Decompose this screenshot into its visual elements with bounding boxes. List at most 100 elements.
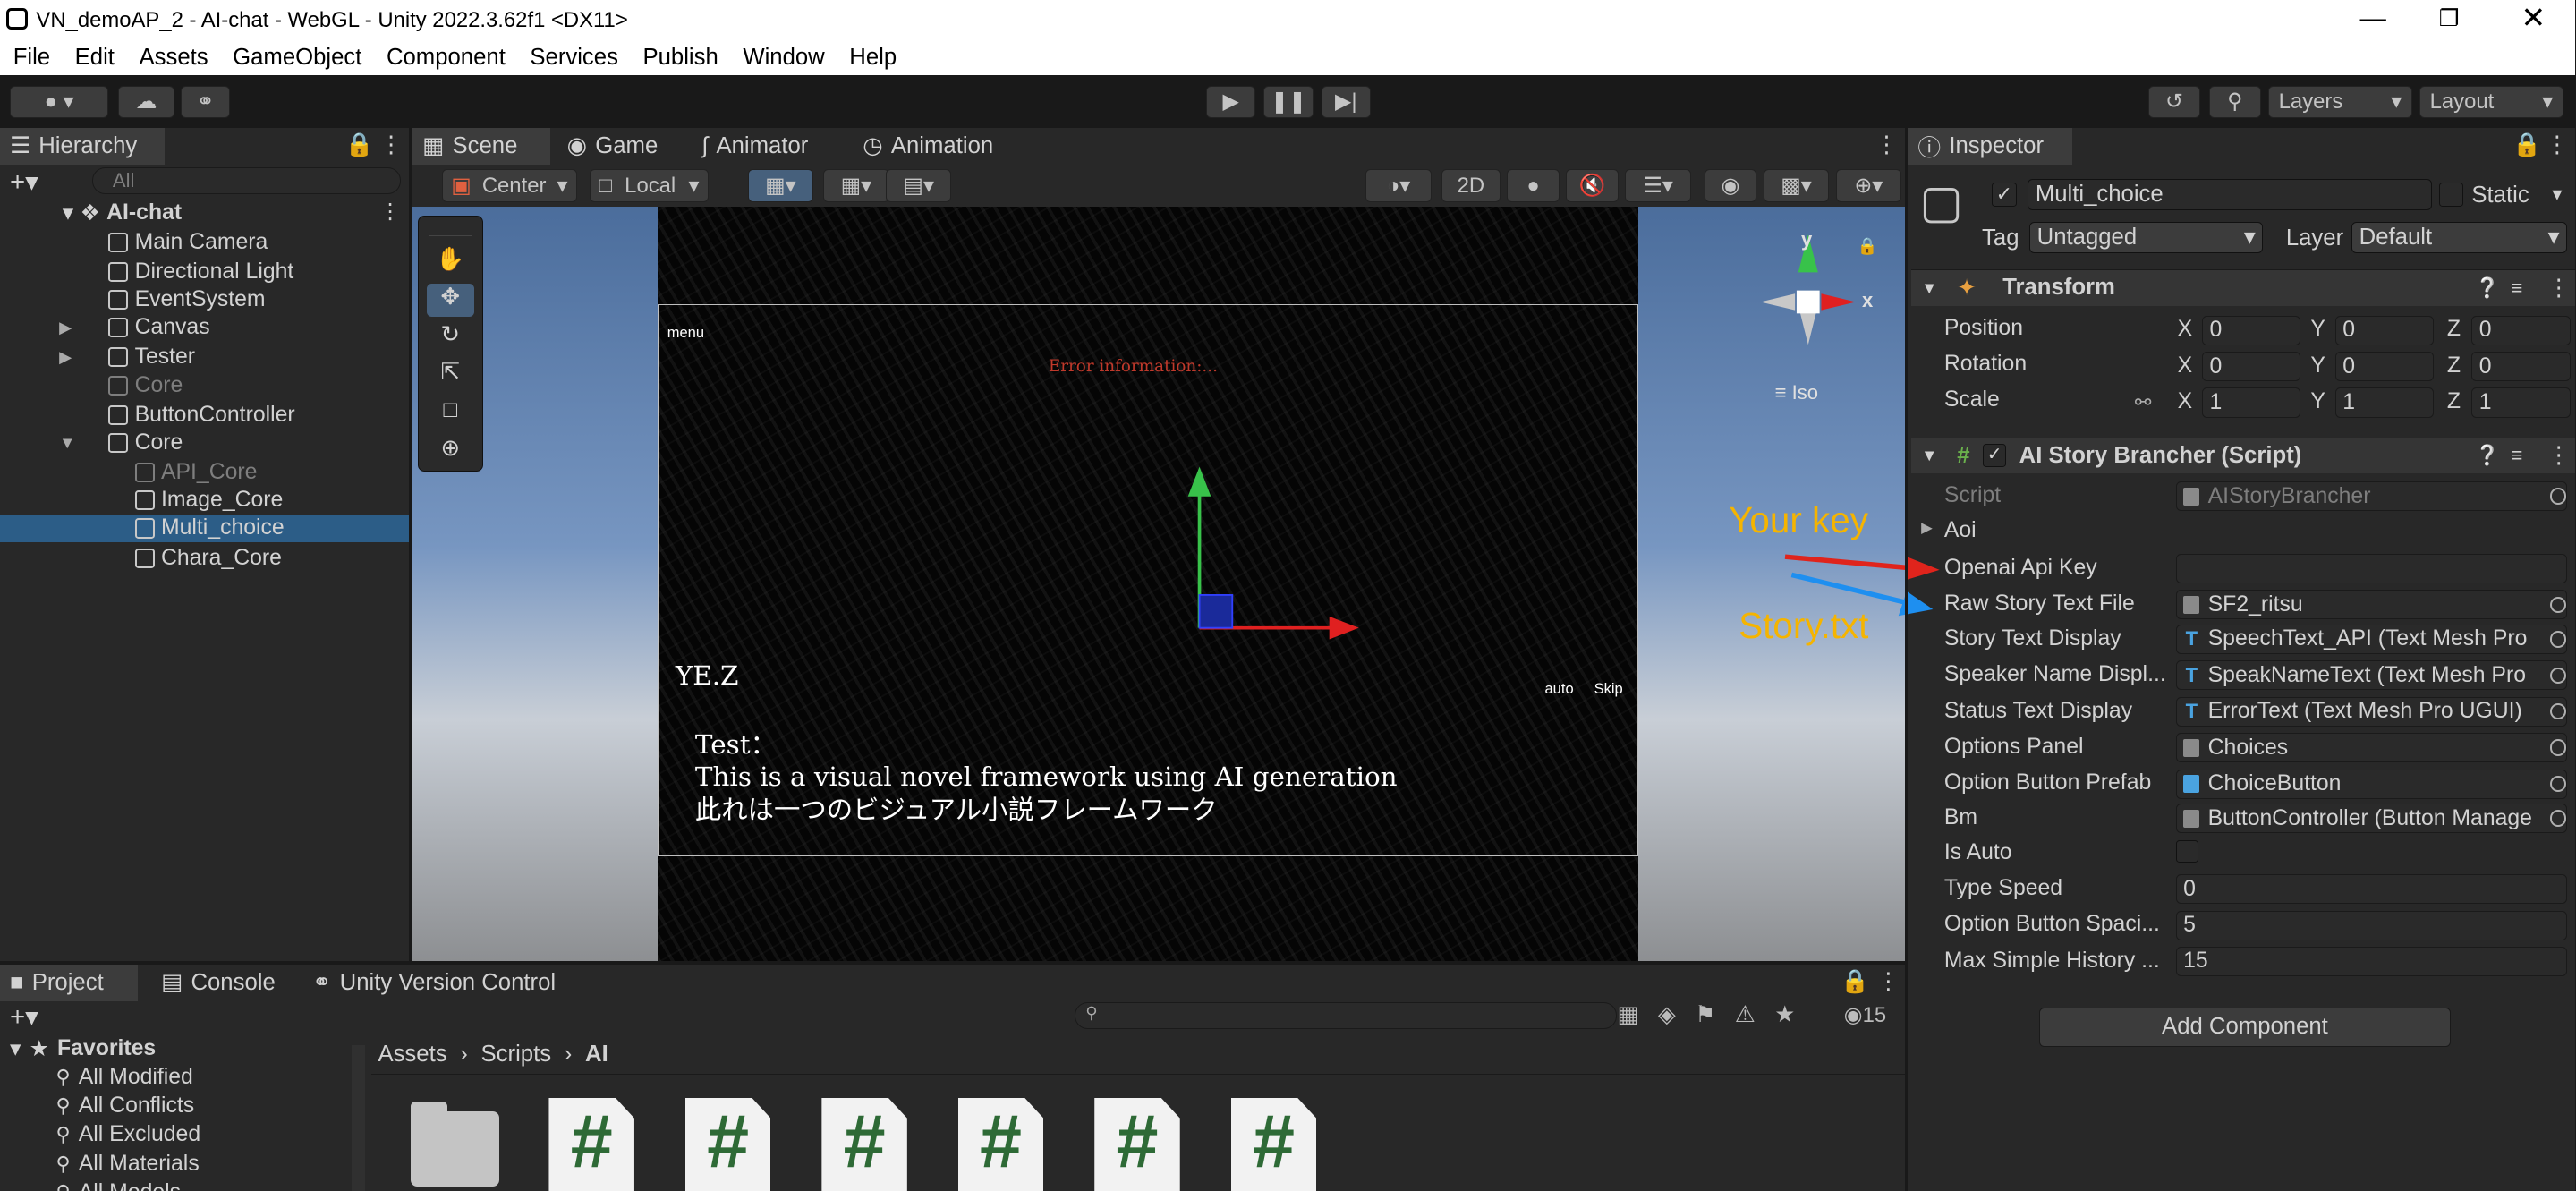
field-input[interactable]: SF2_ritsu — [2175, 590, 2567, 620]
hierarchy-search-input[interactable]: All — [91, 167, 402, 194]
object-picker-icon[interactable] — [2549, 596, 2566, 614]
help-icon[interactable]: ❔ — [2475, 276, 2499, 300]
help-icon[interactable]: ❔ — [2475, 444, 2499, 467]
hierarchy-item[interactable]: ▶ Tester — [59, 344, 195, 371]
version-control-icon[interactable]: ⚭ — [181, 85, 231, 119]
menu-services[interactable]: Services — [530, 45, 618, 71]
grid-snap-button[interactable]: ▦▾ — [747, 169, 814, 202]
shading-mode-button[interactable]: ◑▾ — [1365, 169, 1432, 202]
add-component-button[interactable]: Add Component — [2039, 1007, 2451, 1047]
account-button[interactable]: ● ▾ — [10, 85, 109, 119]
csharp-script-icon[interactable]: # — [548, 1097, 634, 1191]
tab-animator[interactable]: ∫ Animator — [692, 128, 818, 164]
transform-header[interactable]: ▼ ✦ Transform ❔ ≡ ⋮ — [1911, 269, 2576, 306]
component-enabled-checkbox[interactable]: ✓ — [1983, 444, 2006, 468]
hierarchy-item[interactable]: ▶ Canvas — [59, 314, 209, 342]
search-scope-icon[interactable]: ▦ — [1617, 1002, 1638, 1027]
rect-tool-icon[interactable]: □ — [427, 397, 474, 430]
more-icon[interactable]: ⋮ — [1877, 968, 1900, 995]
tab-project[interactable]: ■ Project — [0, 965, 139, 1001]
favorite-item[interactable]: ⚲All Models — [55, 1180, 181, 1191]
layout-dropdown[interactable]: Layout ▾ — [2419, 85, 2564, 119]
lock-icon[interactable]: 🔒 — [345, 132, 374, 158]
collapsed-arrow-icon[interactable]: ▶ — [59, 347, 72, 367]
tab-console[interactable]: ▤ Console — [151, 965, 285, 1000]
csharp-script-icon[interactable]: # — [1094, 1097, 1180, 1191]
menu-help[interactable]: Help — [849, 45, 897, 71]
menu-file[interactable]: File — [13, 45, 50, 71]
minimize-icon[interactable]: — — [2360, 4, 2386, 34]
maximize-icon[interactable]: ❐ — [2439, 5, 2460, 32]
position-x-field[interactable]: 0 — [2202, 315, 2301, 345]
breadcrumb-scripts[interactable]: Scripts — [481, 1042, 552, 1068]
step-button[interactable]: ▶| — [1321, 85, 1371, 119]
rotation-z-field[interactable]: 0 — [2471, 352, 2571, 382]
scene-root[interactable]: ▾ ❖ AI-chat — [63, 199, 182, 226]
move-tool-icon[interactable]: ✥ — [426, 283, 474, 317]
tab-version-control[interactable]: ⚭ Unity Version Control — [302, 965, 565, 1000]
ruler-button[interactable]: ▤▾ — [885, 169, 952, 202]
static-checkbox[interactable] — [2438, 182, 2464, 208]
splitter[interactable] — [1904, 128, 1909, 1191]
rotation-x-field[interactable]: 0 — [2202, 352, 2301, 382]
rotate-tool-icon[interactable]: ↻ — [427, 321, 474, 354]
object-picker-icon[interactable] — [2549, 775, 2566, 793]
link-scale-icon[interactable]: ⚯ — [2135, 391, 2151, 414]
pause-button[interactable]: ❚❚ — [1263, 85, 1314, 119]
transform-tool-icon[interactable]: ⊕ — [427, 435, 474, 468]
gizmos-button[interactable]: ⊕▾ — [1835, 169, 1902, 202]
close-icon[interactable]: ✕ — [2521, 0, 2546, 36]
layer-dropdown[interactable]: Default ▾ — [2351, 221, 2567, 253]
hierarchy-item[interactable]: Multi_choice — [112, 515, 285, 542]
lock-icon[interactable]: 🔒 — [2512, 132, 2541, 158]
visibility-toggle[interactable]: ◉ — [1704, 169, 1757, 202]
menu-gameobject[interactable]: GameObject — [233, 45, 361, 71]
object-picker-icon[interactable] — [2549, 703, 2566, 720]
field-input[interactable]: T SpeechText_API (Text Mesh Pro — [2175, 624, 2567, 654]
tab-game[interactable]: ◉ Game — [557, 128, 668, 164]
play-button[interactable]: ▶ — [1206, 85, 1256, 119]
csharp-script-icon[interactable]: # — [1230, 1097, 1317, 1191]
menu-component[interactable]: Component — [387, 45, 506, 71]
hand-tool-icon[interactable]: ✋ — [427, 246, 474, 279]
csharp-script-icon[interactable]: # — [821, 1097, 907, 1191]
tab-inspector[interactable]: ⓘ Inspector — [1908, 128, 2073, 165]
csharp-script-icon[interactable]: # — [957, 1097, 1044, 1191]
search-icon[interactable]: ⚲ — [2208, 85, 2262, 119]
hierarchy-item[interactable]: ButtonController — [86, 401, 295, 429]
pivot-dropdown[interactable]: ▣ Center ▾ — [442, 169, 577, 202]
scale-y-field[interactable]: 1 — [2334, 387, 2435, 418]
project-sidebar-scrollbar[interactable] — [352, 1045, 365, 1191]
position-y-field[interactable]: 0 — [2334, 315, 2435, 345]
hierarchy-item[interactable]: Main Camera — [86, 228, 268, 256]
menu-publish[interactable]: Publish — [642, 45, 718, 71]
layers-dropdown[interactable]: Layers ▾ — [2267, 85, 2413, 119]
create-icon[interactable]: +▾ — [10, 1001, 38, 1033]
lighting-toggle[interactable]: ● — [1507, 169, 1560, 202]
2d-toggle[interactable]: 2D — [1441, 169, 1501, 202]
foldout-arrow-icon[interactable]: ▶ — [1921, 519, 1933, 537]
object-picker-icon[interactable] — [2549, 667, 2566, 685]
field-input[interactable]: ChoiceButton — [2175, 769, 2567, 799]
menu-assets[interactable]: Assets — [139, 45, 208, 71]
audio-toggle[interactable]: 🔇 — [1566, 169, 1620, 202]
snap-increment-button[interactable]: ▦▾ — [823, 169, 889, 202]
position-z-field[interactable]: 0 — [2471, 315, 2571, 345]
more-icon[interactable]: ⋮ — [2546, 132, 2569, 158]
favorites-header[interactable]: ▾ ★ Favorites — [10, 1035, 156, 1062]
skip-button[interactable]: Skip — [1594, 680, 1623, 698]
space-dropdown[interactable]: □ Local ▾ — [590, 169, 709, 202]
preset-icon[interactable]: ≡ — [2511, 444, 2522, 467]
breadcrumb-assets[interactable]: Assets — [378, 1042, 446, 1068]
projection-toggle[interactable]: ≡ Iso — [1775, 381, 1818, 404]
component-menu-icon[interactable]: ⋮ — [2547, 442, 2571, 469]
field-input[interactable]: T SpeakNameText (Text Mesh Pro — [2175, 660, 2567, 691]
hierarchy-item[interactable]: Core — [86, 371, 183, 399]
object-picker-icon[interactable] — [2549, 810, 2566, 827]
add-icon[interactable]: +▾ — [10, 166, 38, 198]
collapsed-arrow-icon[interactable]: ▶ — [59, 318, 72, 337]
favorite-item[interactable]: ⚲ All Excluded — [55, 1122, 200, 1147]
favorite-item[interactable]: ⚲ All Conflicts — [55, 1093, 194, 1119]
hierarchy-item[interactable]: Directional Light — [86, 258, 293, 285]
breadcrumb-ai[interactable]: AI — [585, 1042, 608, 1068]
